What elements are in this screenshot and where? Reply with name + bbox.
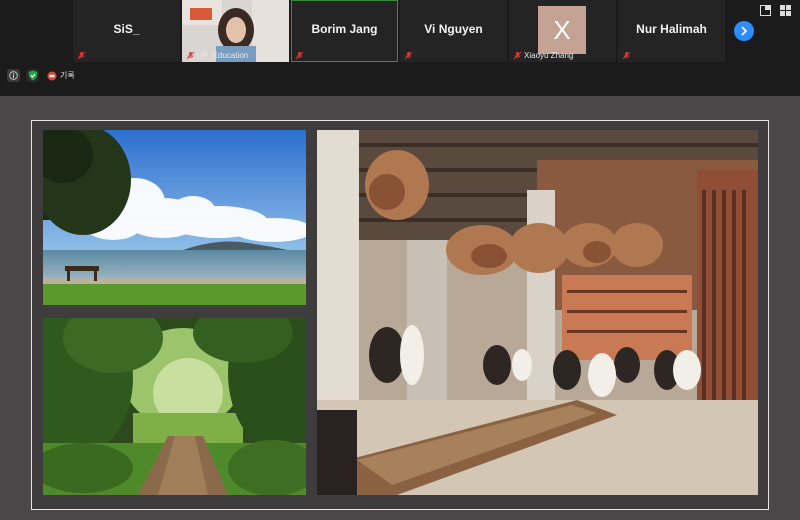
participant-tile-xiaoyu-zhang[interactable]: X Xiaoyu Zhang — [509, 0, 616, 62]
participant-tile-nur-halimah[interactable]: Nur Halimah — [618, 0, 725, 62]
meeting-window: SiS_ UP_Education Borim Jang Vi Nguyen X… — [0, 0, 800, 520]
mic-muted-icon — [77, 51, 86, 60]
meeting-info-button[interactable] — [7, 69, 20, 82]
participant-status — [622, 51, 631, 60]
participant-status — [295, 51, 304, 60]
participant-status: UP_Education — [186, 51, 248, 60]
participant-tile-up-education[interactable]: UP_Education — [182, 0, 289, 62]
next-participants-button[interactable] — [734, 21, 754, 41]
chevron-right-icon — [741, 26, 748, 36]
avatar: X — [538, 6, 586, 54]
shared-slide — [31, 120, 769, 510]
participant-tile-borim-jang[interactable]: Borim Jang — [291, 0, 398, 62]
mic-muted-icon — [404, 51, 413, 60]
participant-status — [404, 51, 413, 60]
share-window-icon[interactable] — [760, 5, 771, 16]
participant-name: Nur Halimah — [636, 22, 707, 36]
record-icon — [47, 71, 56, 80]
mic-muted-icon — [295, 51, 304, 60]
mic-muted-icon — [622, 51, 631, 60]
recording-label: 기록 — [60, 71, 75, 80]
recording-indicator[interactable] — [45, 69, 58, 82]
mic-muted-icon — [186, 51, 195, 60]
participant-label: UP_Education — [197, 51, 249, 60]
forest-path-photo — [43, 318, 306, 495]
participant-name: Vi Nguyen — [424, 22, 483, 36]
mic-muted-icon — [513, 51, 522, 60]
participant-tile-sis[interactable]: SiS_ — [73, 0, 180, 62]
participant-status: Xiaoyu Zhang — [513, 51, 573, 60]
shield-check-icon — [28, 70, 37, 81]
participant-status — [77, 51, 86, 60]
beach-photo — [43, 130, 306, 305]
participant-name: SiS_ — [113, 22, 140, 36]
meeting-status-bar: 기록 — [0, 62, 800, 96]
participant-name: Borim Jang — [311, 22, 378, 36]
participant-tile-vi-nguyen[interactable]: Vi Nguyen — [400, 0, 507, 62]
shared-screen — [0, 96, 800, 520]
participant-label: Xiaoyu Zhang — [524, 51, 574, 60]
restaurant-photo — [317, 130, 758, 495]
security-button[interactable] — [26, 69, 39, 82]
info-icon — [9, 71, 18, 80]
grid-view-icon[interactable] — [780, 5, 791, 16]
participant-strip: SiS_ UP_Education Borim Jang Vi Nguyen X… — [0, 0, 800, 62]
